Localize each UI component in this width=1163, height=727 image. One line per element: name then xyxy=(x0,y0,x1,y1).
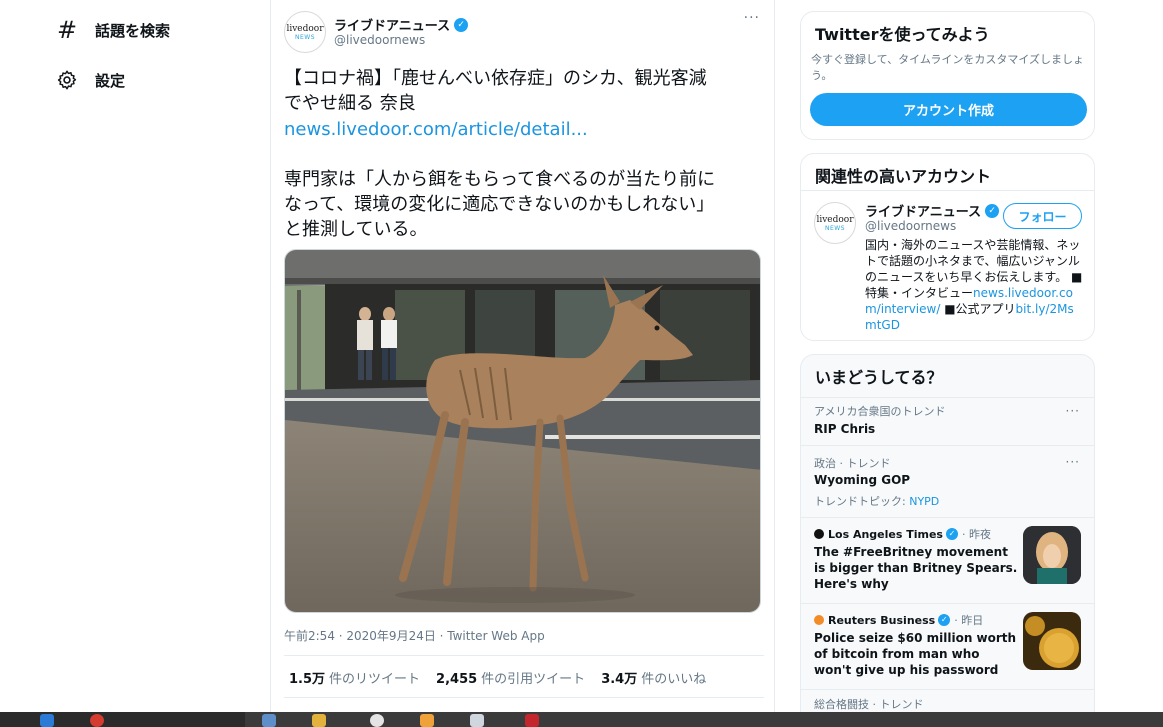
app-icon[interactable] xyxy=(262,714,276,727)
avatar[interactable]: livedoor NEWS xyxy=(814,202,856,244)
retweets-label: 件のリツイート xyxy=(329,671,421,687)
follow-button[interactable]: フォロー xyxy=(1003,203,1082,229)
hash-icon: # xyxy=(56,16,78,44)
avatar-logo-top: livedoor xyxy=(286,23,324,34)
trend-subtopic: トレンドトピック: NYPD xyxy=(814,493,939,509)
likes-label: 件のいいね xyxy=(641,671,707,687)
related-name-text: ライブドアニュース xyxy=(865,205,982,220)
edge-icon[interactable] xyxy=(40,714,54,727)
avatar-logo-bottom: NEWS xyxy=(294,33,316,41)
signup-card: Twitterを使ってみよう 今すぐ登録して、タイムラインをカスタマイズしましょ… xyxy=(800,11,1095,140)
more-dots-icon[interactable]: ··· xyxy=(1066,404,1080,418)
gear-icon xyxy=(54,67,80,93)
related-bio: 国内・海外のニュースや芸能情報、ネットで話題の小ネタまで、幅広いジャンルのニュー… xyxy=(865,237,1085,333)
related-title: 関連性の高いアカウント xyxy=(815,167,992,186)
nav-explore-label: 話題を検索 xyxy=(95,21,171,40)
folder-icon[interactable] xyxy=(312,714,326,727)
divider xyxy=(284,697,764,698)
news-time: · 昨日 xyxy=(954,614,984,627)
trend-item[interactable]: 政治 · トレンド Wyoming GOP トレンドトピック: NYPD ··· xyxy=(801,445,1094,517)
trend-title: RIP Chris xyxy=(814,422,876,436)
author-name-text: ライブドアニュース xyxy=(334,19,451,34)
author-handle[interactable]: @livedoornews xyxy=(334,33,425,47)
deer-photo-image xyxy=(285,250,760,612)
likes-count: 3.4万 xyxy=(601,671,638,687)
likes-stat[interactable]: 3.4万 件のいいね xyxy=(601,668,706,687)
tweet-stats: 1.5万 件のリツイート 2,455 件の引用ツイート 3.4万 件のいいね xyxy=(284,655,764,698)
quotes-stat[interactable]: 2,455 件の引用ツイート xyxy=(436,668,585,687)
news-source-name: Los Angeles Times xyxy=(828,527,943,541)
app-icon[interactable] xyxy=(420,714,434,727)
tweet-text-quote: 専門家は「人から餌をもらって食べるのが当たり前に なって、環境の変化に適応できな… xyxy=(284,169,716,240)
signup-title: Twitterを使ってみよう xyxy=(815,25,990,44)
bio-mid: ■公式アプリ xyxy=(940,302,1016,316)
trend-title: Wyoming GOP xyxy=(814,473,911,487)
nav-settings[interactable]: 設定 xyxy=(54,65,125,95)
verified-badge-icon: ✓ xyxy=(985,203,1000,218)
news-source-name: Reuters Business xyxy=(828,613,936,627)
trend-category: アメリカ合衆国のトレンド xyxy=(814,405,946,418)
related-accounts-card: 関連性の高いアカウント livedoor NEWS ライブドアニュース ✓ @l… xyxy=(800,153,1095,341)
reuters-logo-icon xyxy=(814,615,824,625)
divider xyxy=(801,190,1094,191)
app-icon[interactable] xyxy=(370,714,384,727)
news-item[interactable]: Reuters Business ✓ · 昨日 Police seize $60… xyxy=(801,603,1094,689)
trend-category: 総合格闘技 · トレンド xyxy=(814,698,924,711)
chrome-icon[interactable] xyxy=(90,714,104,727)
verified-badge-icon: ✓ xyxy=(454,17,469,32)
quotes-count: 2,455 xyxy=(436,671,478,687)
retweets-stat[interactable]: 1.5万 件のリツイート xyxy=(289,668,420,687)
avatar-logo-bottom: NEWS xyxy=(824,224,846,232)
news-headline: The #FreeBritney movement is bigger than… xyxy=(814,545,1018,591)
taskbar-left-area xyxy=(0,712,245,727)
retweets-count: 1.5万 xyxy=(289,671,326,687)
trend-subtopic-label: トレンドトピック: xyxy=(814,495,906,508)
app-icon[interactable] xyxy=(470,714,484,727)
related-account-handle[interactable]: @livedoornews xyxy=(865,219,956,233)
news-item[interactable]: Los Angeles Times ✓ · 昨夜 The #FreeBritne… xyxy=(801,517,1094,603)
quotes-label: 件の引用ツイート xyxy=(481,671,586,687)
tweet-column: livedoor NEWS ライブドアニュース ✓ @livedoornews … xyxy=(270,0,775,712)
author-name[interactable]: ライブドアニュース ✓ xyxy=(334,15,469,34)
news-thumbnail xyxy=(1023,612,1081,670)
britney-photo-image xyxy=(1023,526,1081,584)
nav-settings-label: 設定 xyxy=(95,71,126,90)
news-source: Los Angeles Times ✓ · 昨夜 xyxy=(814,526,991,542)
tweet-meta: 午前2:54 · 2020年9月24日 · Twitter Web App xyxy=(284,629,545,643)
verified-badge-icon: ✓ xyxy=(938,614,951,626)
app-icon[interactable] xyxy=(525,714,539,727)
news-source: Reuters Business ✓ · 昨日 xyxy=(814,612,983,628)
tweet-text: 【コロナ禍】「鹿せんべい依存症」のシカ、観光客減 でやせ細る 奈良 xyxy=(284,68,707,114)
news-headline: Police seize $60 million worth of bitcoi… xyxy=(814,631,1017,677)
more-dots-icon[interactable]: ··· xyxy=(744,10,760,26)
create-account-button[interactable]: アカウント作成 xyxy=(810,93,1087,126)
avatar[interactable]: livedoor NEWS xyxy=(284,11,326,53)
verified-badge-icon: ✓ xyxy=(945,528,958,540)
nav-explore[interactable]: # 話題を検索 xyxy=(54,15,170,45)
latimes-logo-icon xyxy=(814,529,824,539)
tweet-link[interactable]: news.livedoor.com/article/detail... xyxy=(284,117,588,142)
bitcoin-photo-image xyxy=(1023,612,1081,670)
trends-title: いまどうしてる？ xyxy=(815,368,943,387)
trend-subtopic-link[interactable]: NYPD xyxy=(909,495,939,508)
more-dots-icon[interactable]: ··· xyxy=(1066,455,1080,469)
related-account-name[interactable]: ライブドアニュース ✓ xyxy=(865,201,1000,220)
trends-card: いまどうしてる？ アメリカ合衆国のトレンド RIP Chris ··· 政治 ·… xyxy=(800,354,1095,727)
tweet-photo[interactable] xyxy=(284,249,761,613)
signup-desc: 今すぐ登録して、タイムラインをカスタマイズしましょう。 xyxy=(811,53,1085,82)
news-time: · 昨夜 xyxy=(961,528,991,541)
trend-category: 政治 · トレンド xyxy=(814,457,891,470)
avatar-logo-top: livedoor xyxy=(816,214,854,225)
trend-item[interactable]: アメリカ合衆国のトレンド RIP Chris ··· xyxy=(801,397,1094,445)
os-taskbar xyxy=(0,712,1163,727)
news-thumbnail xyxy=(1023,526,1081,584)
